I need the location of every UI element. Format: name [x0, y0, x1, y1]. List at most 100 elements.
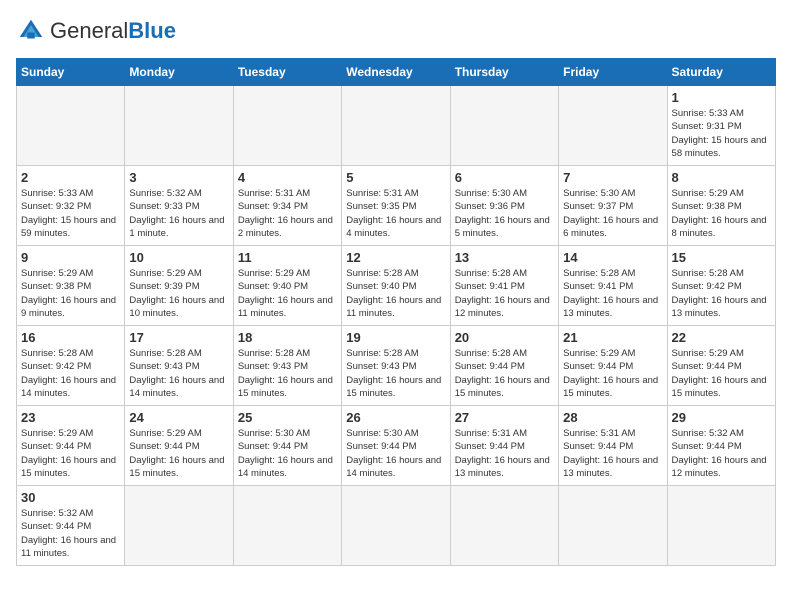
day-header-sunday: Sunday — [17, 59, 125, 86]
calendar-week-row: 16 Sunrise: 5:28 AM Sunset: 9:42 PM Dayli… — [17, 326, 776, 406]
page-container: GeneralBlue SundayMondayTuesdayWednesday… — [16, 16, 776, 566]
day-number: 18 — [238, 330, 337, 345]
day-info: Sunrise: 5:31 AM Sunset: 9:34 PM Dayligh… — [238, 187, 337, 240]
calendar-day: 22 Sunrise: 5:29 AM Sunset: 9:44 PM Dayli… — [667, 326, 775, 406]
day-header-wednesday: Wednesday — [342, 59, 450, 86]
day-number: 13 — [455, 250, 554, 265]
day-number: 25 — [238, 410, 337, 425]
day-header-monday: Monday — [125, 59, 233, 86]
day-info: Sunrise: 5:28 AM Sunset: 9:40 PM Dayligh… — [346, 267, 445, 320]
calendar-day: 25 Sunrise: 5:30 AM Sunset: 9:44 PM Dayli… — [233, 406, 341, 486]
day-info: Sunrise: 5:33 AM Sunset: 9:32 PM Dayligh… — [21, 187, 120, 240]
day-number: 8 — [672, 170, 771, 185]
calendar-day: 26 Sunrise: 5:30 AM Sunset: 9:44 PM Dayli… — [342, 406, 450, 486]
day-number: 22 — [672, 330, 771, 345]
day-number: 23 — [21, 410, 120, 425]
calendar-day: 17Sunrise: 5:28 AM Sunset: 9:43 PM Dayli… — [125, 326, 233, 406]
day-info: Sunrise: 5:28 AM Sunset: 9:42 PM Dayligh… — [672, 267, 771, 320]
day-info: Sunrise: 5:28 AM Sunset: 9:42 PM Dayligh… — [21, 347, 120, 400]
day-header-thursday: Thursday — [450, 59, 558, 86]
day-number: 7 — [563, 170, 662, 185]
day-number: 14 — [563, 250, 662, 265]
day-info: Sunrise: 5:29 AM Sunset: 9:40 PM Dayligh… — [238, 267, 337, 320]
day-number: 1 — [672, 90, 771, 105]
calendar-day — [667, 486, 775, 566]
calendar-week-row: 1 Sunrise: 5:33 AM Sunset: 9:31 PM Daylig… — [17, 86, 776, 166]
calendar-day: 21 Sunrise: 5:29 AM Sunset: 9:44 PM Dayli… — [559, 326, 667, 406]
calendar-day — [17, 86, 125, 166]
day-info: Sunrise: 5:31 AM Sunset: 9:44 PM Dayligh… — [563, 427, 662, 480]
day-info: Sunrise: 5:29 AM Sunset: 9:44 PM Dayligh… — [21, 427, 120, 480]
calendar-day: 28 Sunrise: 5:31 AM Sunset: 9:44 PM Dayli… — [559, 406, 667, 486]
logo-icon — [16, 16, 46, 46]
calendar-day: 9 Sunrise: 5:29 AM Sunset: 9:38 PM Daylig… — [17, 246, 125, 326]
calendar-day — [342, 86, 450, 166]
day-number: 2 — [21, 170, 120, 185]
day-info: Sunrise: 5:31 AM Sunset: 9:35 PM Dayligh… — [346, 187, 445, 240]
day-info: Sunrise: 5:29 AM Sunset: 9:38 PM Dayligh… — [21, 267, 120, 320]
calendar-day — [233, 86, 341, 166]
day-number: 6 — [455, 170, 554, 185]
day-info: Sunrise: 5:29 AM Sunset: 9:44 PM Dayligh… — [129, 427, 228, 480]
day-info: Sunrise: 5:28 AM Sunset: 9:43 PM Dayligh… — [346, 347, 445, 400]
day-number: 24 — [129, 410, 228, 425]
calendar-day — [559, 86, 667, 166]
day-info: Sunrise: 5:30 AM Sunset: 9:44 PM Dayligh… — [346, 427, 445, 480]
day-info: Sunrise: 5:30 AM Sunset: 9:44 PM Dayligh… — [238, 427, 337, 480]
logo-text: GeneralBlue — [50, 20, 176, 43]
calendar-day: 20Sunrise: 5:28 AM Sunset: 9:44 PM Dayli… — [450, 326, 558, 406]
calendar-day: 4 Sunrise: 5:31 AM Sunset: 9:34 PM Daylig… — [233, 166, 341, 246]
day-number: 15 — [672, 250, 771, 265]
calendar-day — [559, 486, 667, 566]
day-info: Sunrise: 5:30 AM Sunset: 9:37 PM Dayligh… — [563, 187, 662, 240]
day-number: 27 — [455, 410, 554, 425]
day-info: Sunrise: 5:28 AM Sunset: 9:44 PM Dayligh… — [455, 347, 554, 400]
calendar-day: 5Sunrise: 5:31 AM Sunset: 9:35 PM Daylig… — [342, 166, 450, 246]
day-info: Sunrise: 5:28 AM Sunset: 9:43 PM Dayligh… — [129, 347, 228, 400]
day-number: 28 — [563, 410, 662, 425]
calendar-day: 16 Sunrise: 5:28 AM Sunset: 9:42 PM Dayli… — [17, 326, 125, 406]
day-info: Sunrise: 5:32 AM Sunset: 9:44 PM Dayligh… — [672, 427, 771, 480]
day-header-saturday: Saturday — [667, 59, 775, 86]
day-info: Sunrise: 5:32 AM Sunset: 9:44 PM Dayligh… — [21, 507, 120, 560]
logo: GeneralBlue — [16, 16, 176, 46]
day-number: 16 — [21, 330, 120, 345]
day-info: Sunrise: 5:29 AM Sunset: 9:44 PM Dayligh… — [672, 347, 771, 400]
day-number: 10 — [129, 250, 228, 265]
calendar-day: 30Sunrise: 5:32 AM Sunset: 9:44 PM Dayli… — [17, 486, 125, 566]
day-info: Sunrise: 5:29 AM Sunset: 9:44 PM Dayligh… — [563, 347, 662, 400]
day-number: 9 — [21, 250, 120, 265]
calendar-day: 23 Sunrise: 5:29 AM Sunset: 9:44 PM Dayli… — [17, 406, 125, 486]
calendar-day: 18 Sunrise: 5:28 AM Sunset: 9:43 PM Dayli… — [233, 326, 341, 406]
calendar-week-row: 23 Sunrise: 5:29 AM Sunset: 9:44 PM Dayli… — [17, 406, 776, 486]
calendar-day: 11Sunrise: 5:29 AM Sunset: 9:40 PM Dayli… — [233, 246, 341, 326]
day-number: 21 — [563, 330, 662, 345]
day-info: Sunrise: 5:28 AM Sunset: 9:41 PM Dayligh… — [455, 267, 554, 320]
calendar-day — [450, 486, 558, 566]
day-number: 26 — [346, 410, 445, 425]
calendar-week-row: 30Sunrise: 5:32 AM Sunset: 9:44 PM Dayli… — [17, 486, 776, 566]
day-number: 19 — [346, 330, 445, 345]
day-number: 4 — [238, 170, 337, 185]
day-number: 3 — [129, 170, 228, 185]
calendar-day: 2 Sunrise: 5:33 AM Sunset: 9:32 PM Daylig… — [17, 166, 125, 246]
calendar-day — [342, 486, 450, 566]
calendar-day: 6 Sunrise: 5:30 AM Sunset: 9:36 PM Daylig… — [450, 166, 558, 246]
calendar-day — [125, 486, 233, 566]
calendar-day — [450, 86, 558, 166]
day-info: Sunrise: 5:29 AM Sunset: 9:38 PM Dayligh… — [672, 187, 771, 240]
calendar-day: 12 Sunrise: 5:28 AM Sunset: 9:40 PM Dayli… — [342, 246, 450, 326]
calendar-day: 3Sunrise: 5:32 AM Sunset: 9:33 PM Daylig… — [125, 166, 233, 246]
calendar-table: SundayMondayTuesdayWednesdayThursdayFrid… — [16, 58, 776, 566]
day-info: Sunrise: 5:29 AM Sunset: 9:39 PM Dayligh… — [129, 267, 228, 320]
calendar-day: 13 Sunrise: 5:28 AM Sunset: 9:41 PM Dayli… — [450, 246, 558, 326]
day-number: 12 — [346, 250, 445, 265]
calendar-week-row: 2 Sunrise: 5:33 AM Sunset: 9:32 PM Daylig… — [17, 166, 776, 246]
day-info: Sunrise: 5:33 AM Sunset: 9:31 PM Dayligh… — [672, 107, 771, 160]
calendar-day: 1 Sunrise: 5:33 AM Sunset: 9:31 PM Daylig… — [667, 86, 775, 166]
day-info: Sunrise: 5:30 AM Sunset: 9:36 PM Dayligh… — [455, 187, 554, 240]
calendar-day: 24 Sunrise: 5:29 AM Sunset: 9:44 PM Dayli… — [125, 406, 233, 486]
day-info: Sunrise: 5:28 AM Sunset: 9:43 PM Dayligh… — [238, 347, 337, 400]
day-header-tuesday: Tuesday — [233, 59, 341, 86]
day-header-friday: Friday — [559, 59, 667, 86]
